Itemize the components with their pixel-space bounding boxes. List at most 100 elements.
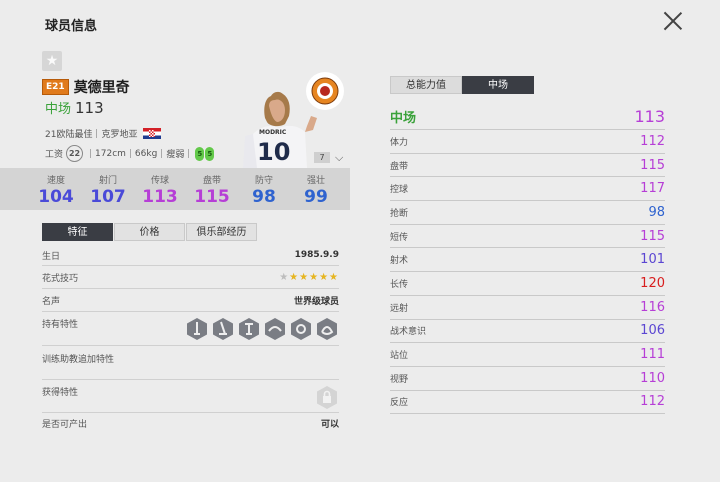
chevron-down-icon[interactable]: ⌵ — [335, 151, 343, 165]
row-label: 获得特性 — [42, 388, 79, 398]
attribute-value: 111 — [640, 347, 665, 363]
attribute-row: 控球 117 — [390, 177, 665, 202]
attribute-label: 长传 — [390, 279, 409, 290]
info-row-traits: 持有特性 — [42, 312, 339, 346]
attribute-list: 中场 113 体力 112 盘带 115 控球 117 抢断 98 短传 115 射术 101 长传 120 远… — [390, 104, 665, 415]
player-ovr: 113 — [75, 99, 104, 117]
nation-text: 克罗地亚 — [101, 130, 138, 140]
close-icon[interactable] — [662, 10, 684, 32]
attribute-value: 116 — [640, 299, 665, 315]
stat-label: 射门 — [98, 176, 117, 186]
body-type-text: 瘦弱 — [166, 150, 185, 160]
enhance-level-badge: 7 — [314, 152, 330, 163]
divider — [188, 149, 190, 158]
tab-total-ability[interactable]: 总能力值 — [390, 76, 462, 94]
attribute-value: 112 — [640, 394, 665, 410]
attribute-value: 120 — [640, 275, 665, 291]
left-foot-icon: 5 — [195, 146, 205, 161]
favorite-star-button[interactable]: ★ — [42, 51, 62, 71]
attribute-label: 短传 — [390, 232, 409, 243]
info-list: 生日 1985.9.9 花式技巧 ★★★★★★ 名声 世界级球员 持有特性 训练… — [42, 245, 339, 433]
star-icon: ★★★★★ — [289, 271, 339, 283]
attribute-value: 101 — [640, 252, 665, 268]
player-position: 中场 — [45, 102, 72, 117]
tab-price[interactable]: 价格 — [114, 223, 185, 241]
stat-value: 99 — [304, 187, 328, 207]
attribute-tabs: 总能力值 中场 — [390, 76, 534, 94]
stat-value: 107 — [90, 187, 126, 207]
page-title: 球员信息 — [45, 19, 98, 34]
player-name: 莫德里奇 — [73, 80, 130, 96]
attribute-row: 体力 112 — [390, 130, 665, 154]
player-body-row: 工资 22 172cm 66kg 瘦弱 5 5 — [45, 145, 215, 162]
shirt-name: MODRIC — [259, 129, 287, 136]
attribute-value: 117 — [640, 181, 665, 197]
trait-hex-icon[interactable] — [211, 317, 235, 341]
stat-value: 98 — [252, 187, 276, 207]
attribute-value: 115 — [640, 157, 665, 173]
row-label: 训练助教追加特性 — [42, 355, 115, 365]
stat-label: 盘带 — [202, 176, 221, 186]
right-foot-icon: 5 — [205, 146, 215, 161]
tab-midfield[interactable]: 中场 — [462, 76, 534, 94]
trait-hex-icon[interactable] — [237, 317, 261, 341]
info-row-skills: 花式技巧 ★★★★★★ — [42, 266, 339, 289]
attribute-label: 抢断 — [390, 208, 409, 219]
wage-badge: 22 — [66, 145, 84, 162]
player-name-row: E21 莫德里奇 — [42, 77, 130, 97]
season-badge: E21 — [42, 79, 69, 95]
award-text: 21欧陆最佳 — [45, 130, 93, 140]
row-label: 名声 — [42, 296, 61, 307]
attribute-row: 盘带 115 — [390, 154, 665, 178]
skill-stars: ★★★★★★ — [279, 272, 339, 283]
shirt-number: 10 — [257, 138, 290, 166]
info-tabs: 特征 价格 俱乐部经历 — [42, 223, 258, 241]
stat-physical: 强壮 99 — [290, 168, 342, 210]
tab-traits[interactable]: 特征 — [42, 223, 113, 241]
divider — [129, 149, 131, 158]
star-icon: ★ — [279, 271, 290, 283]
attribute-value: 110 — [640, 370, 665, 386]
croatia-flag-icon — [143, 128, 162, 139]
attribute-label: 反应 — [390, 398, 409, 409]
attribute-row: 短传 115 — [390, 225, 665, 249]
row-label: 是否可产出 — [42, 419, 88, 430]
height-text: 172cm — [95, 148, 126, 159]
lock-icon — [317, 386, 337, 409]
weight-text: 66kg — [134, 148, 158, 159]
attribute-row: 长传 120 — [390, 272, 665, 296]
stat-label: 强壮 — [306, 176, 325, 186]
divider — [161, 149, 163, 158]
trait-hex-icon[interactable] — [289, 317, 313, 341]
attribute-row: 视野 110 — [390, 367, 665, 391]
player-position-row: 中场 113 — [45, 98, 104, 117]
stat-shooting: 射门 107 — [82, 168, 134, 210]
trait-hex-icon[interactable] — [185, 317, 209, 341]
trait-hex-icon[interactable] — [315, 317, 339, 341]
attribute-value: 113 — [634, 107, 665, 126]
trait-hex-icon[interactable] — [263, 317, 287, 341]
attribute-label: 射术 — [390, 256, 409, 267]
attribute-row: 抢断 98 — [390, 201, 665, 225]
stat-value: 113 — [142, 187, 178, 207]
stat-label: 防守 — [254, 176, 273, 186]
attribute-label: 站位 — [390, 351, 409, 362]
info-row-birthday: 生日 1985.9.9 — [42, 245, 339, 266]
stat-dribbling: 盘带 115 — [186, 168, 238, 210]
tab-club-history[interactable]: 俱乐部经历 — [186, 223, 257, 241]
stat-value: 115 — [194, 187, 230, 207]
stat-value: 104 — [38, 187, 74, 207]
attribute-row: 射术 101 — [390, 248, 665, 273]
row-value: 世界级球员 — [293, 296, 339, 307]
row-label: 持有特性 — [42, 320, 79, 330]
attribute-row: 反应 112 — [390, 391, 665, 415]
attribute-label: 控球 — [390, 185, 409, 196]
attribute-value: 112 — [640, 133, 665, 149]
summary-stats-bar: 速度 104 射门 107 传球 113 盘带 115 防守 98 强壮 99 — [0, 168, 350, 210]
attribute-label: 战术意识 — [390, 327, 427, 338]
row-label: 花式技巧 — [42, 273, 79, 284]
player-meta-row: 21欧陆最佳 克罗地亚 — [45, 127, 162, 140]
row-label: 生日 — [42, 251, 61, 262]
row-value: 1985.9.9 — [294, 250, 339, 260]
attribute-row: 战术意识 106 — [390, 320, 665, 344]
